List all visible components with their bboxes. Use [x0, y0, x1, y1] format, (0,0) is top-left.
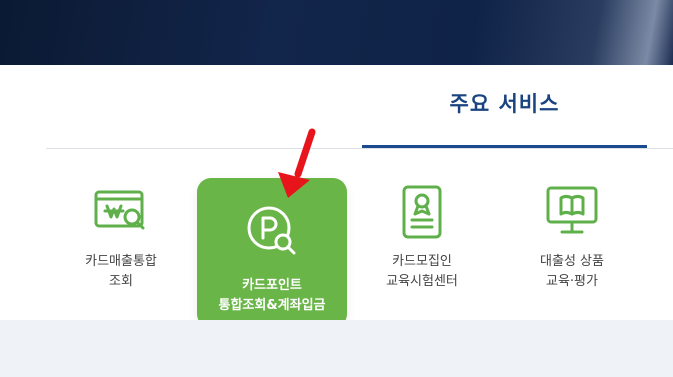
- service-label: 카드모집인 교육시험센터: [386, 254, 458, 289]
- monitor-book-icon: [542, 182, 602, 242]
- service-label: 카드매출통합 조회: [85, 254, 157, 289]
- tab-main-services[interactable]: 주요 서비스: [362, 65, 647, 148]
- hero-banner: [0, 0, 673, 65]
- point-search-icon: [242, 200, 302, 260]
- service-card-point-inquiry[interactable]: 카드포인트 통합조회&계좌입금: [197, 178, 347, 328]
- annotation-arrow-icon: [278, 128, 316, 198]
- service-card-sales-inquiry[interactable]: 카드매출통합 조회: [46, 178, 196, 328]
- service-label: 카드포인트 통합조회&계좌입금: [218, 278, 326, 313]
- service-loan-product-education[interactable]: 대출성 상품 교육·평가: [497, 178, 647, 328]
- certificate-document-icon: [392, 182, 452, 242]
- service-card-recruiter-exam-center[interactable]: 카드모집인 교육시험센터: [347, 178, 497, 328]
- tab-main-services-label: 주요 서비스: [449, 92, 560, 116]
- tab-bar: 주요 서비스: [46, 65, 673, 149]
- card-sales-search-icon: [91, 182, 151, 242]
- service-label: 대출성 상품 교육·평가: [540, 254, 604, 289]
- bottom-band: [0, 320, 673, 377]
